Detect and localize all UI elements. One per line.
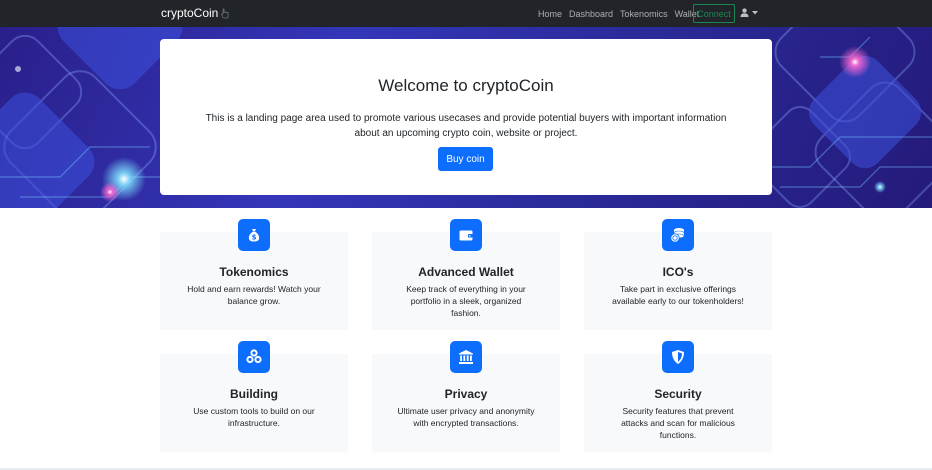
feature-description: Security features that prevent attacks a… (621, 406, 735, 440)
hero-card: Welcome to cryptoCoin This is a landing … (160, 39, 772, 195)
feature-description: Hold and earn rewards! Watch your balanc… (187, 284, 321, 306)
brand-link[interactable]: cryptoCoin (161, 6, 229, 20)
wallet-icon (450, 219, 482, 251)
feature-title: Security (654, 387, 702, 401)
buy-coin-button[interactable]: Buy coin (438, 147, 493, 171)
caret-down-icon (752, 10, 758, 14)
hand-icon (221, 8, 229, 18)
feature-description: Use custom tools to build on our infrast… (193, 406, 315, 428)
brand-name: cryptoCoin (161, 6, 219, 20)
nav-link-dashboard[interactable]: Dashboard (569, 9, 613, 19)
feature-description: Ultimate user privacy and anonymity with… (397, 406, 535, 428)
feature-card-building: Building Use custom tools to build on ou… (160, 341, 348, 452)
feature-title: Privacy (444, 387, 488, 401)
user-icon (740, 8, 749, 17)
hero-description: This is a landing page area used to prom… (205, 113, 727, 139)
hero-section: Welcome to cryptoCoin This is a landing … (0, 27, 932, 208)
feature-card-icos: ICO's Take part in exclusive offerings a… (584, 219, 772, 330)
bank-icon (450, 341, 482, 373)
feature-description: Keep track of everything in your portfol… (406, 284, 526, 318)
nav-link-tokenomics[interactable]: Tokenomics (620, 9, 668, 19)
feature-title: Building (230, 387, 278, 401)
feature-title: Advanced Wallet (418, 265, 514, 279)
feature-title: Tokenomics (219, 265, 289, 279)
feature-card-security: Security Security features that prevent … (584, 341, 772, 452)
top-navbar: cryptoCoin Home Dashboard Tokenomics Wal… (0, 0, 932, 27)
feature-description: Take part in exclusive offerings availab… (612, 284, 744, 306)
money-bag-icon: $ (238, 219, 270, 251)
coins-icon (662, 219, 694, 251)
shield-icon (662, 341, 694, 373)
user-menu-dropdown[interactable] (740, 8, 758, 17)
svg-text:$: $ (252, 234, 257, 242)
nav-links: Home Dashboard Tokenomics Wallet (538, 0, 706, 27)
feature-card-privacy: Privacy Ultimate user privacy and anonym… (372, 341, 560, 452)
feature-card-advanced-wallet: Advanced Wallet Keep track of everything… (372, 219, 560, 330)
connect-button[interactable]: Connect (693, 4, 735, 23)
feature-title: ICO's (662, 265, 694, 279)
feature-card-tokenomics: $ Tokenomics Hold and earn rewards! Watc… (160, 219, 348, 330)
hero-title: Welcome to cryptoCoin (378, 76, 554, 95)
cubes-icon (238, 341, 270, 373)
nav-link-home[interactable]: Home (538, 9, 562, 19)
